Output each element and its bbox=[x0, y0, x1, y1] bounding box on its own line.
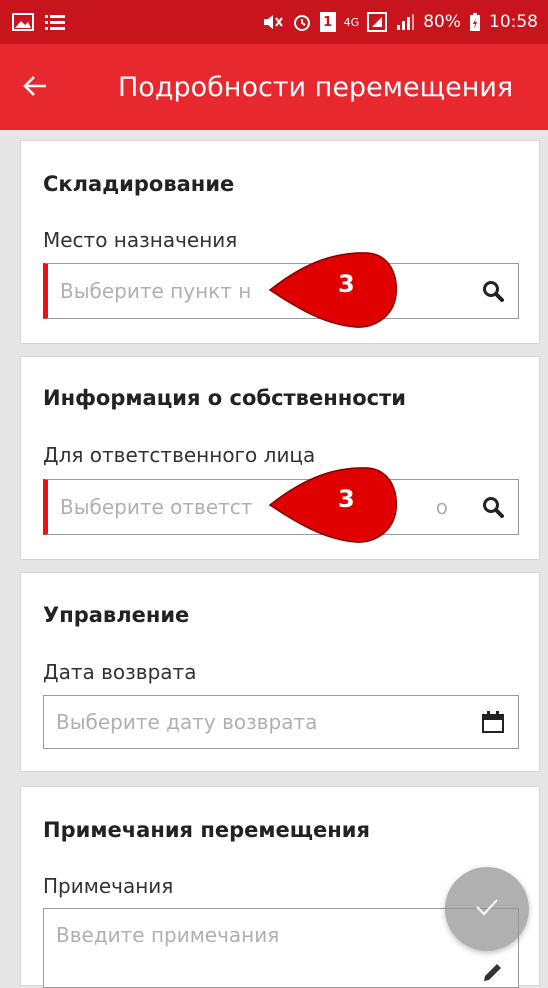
return-date-label: Дата возврата bbox=[43, 660, 197, 684]
annotation-marker: 3 bbox=[268, 465, 398, 545]
clock: 10:58 bbox=[489, 12, 538, 32]
section-heading-storage: Складирование bbox=[43, 172, 235, 196]
management-card: Управление Дата возврата Выберите дату в… bbox=[20, 572, 540, 772]
check-icon bbox=[474, 897, 500, 921]
notes-label: Примечания bbox=[43, 874, 174, 898]
destination-label: Место назначения bbox=[43, 228, 238, 252]
page-title: Подробности перемещения bbox=[118, 71, 514, 103]
network-type-icon: 4G bbox=[343, 15, 360, 29]
return-date-field[interactable]: Выберите дату возврата bbox=[43, 695, 519, 749]
pencil-icon[interactable] bbox=[468, 957, 518, 987]
search-icon[interactable] bbox=[468, 479, 518, 535]
signal-box-icon bbox=[367, 12, 388, 32]
calendar-icon[interactable] bbox=[468, 694, 518, 750]
list-icon bbox=[44, 13, 66, 31]
section-heading-notes: Примечания перемещения bbox=[43, 818, 370, 842]
return-date-placeholder: Выберите дату возврата bbox=[56, 710, 318, 734]
signal-icon bbox=[395, 13, 415, 31]
gallery-icon bbox=[12, 13, 34, 31]
responsible-person-placeholder-tail: о bbox=[435, 495, 448, 519]
battery-percent: 80% bbox=[423, 12, 461, 32]
responsible-person-label: Для ответственного лица bbox=[43, 443, 316, 467]
battery-charging-icon bbox=[469, 12, 481, 32]
mute-icon bbox=[262, 13, 284, 31]
app-bar: Подробности перемещения bbox=[0, 44, 548, 130]
status-bar: 1 4G 80% 10:58 bbox=[0, 0, 548, 44]
notes-placeholder: Введите примечания bbox=[56, 923, 280, 947]
search-icon[interactable] bbox=[468, 263, 518, 319]
alarm-icon bbox=[292, 12, 312, 32]
annotation-number: 3 bbox=[338, 485, 355, 513]
destination-placeholder: Выберите пункт н bbox=[60, 279, 252, 303]
sim-icon: 1 bbox=[319, 12, 336, 32]
confirm-button[interactable] bbox=[445, 867, 529, 951]
back-button[interactable] bbox=[0, 44, 70, 130]
section-heading-management: Управление bbox=[43, 603, 190, 627]
arrow-left-icon bbox=[22, 68, 48, 106]
section-heading-ownership: Информация о собственности bbox=[43, 386, 406, 410]
annotation-number: 3 bbox=[338, 270, 355, 298]
annotation-marker: 3 bbox=[268, 250, 398, 330]
